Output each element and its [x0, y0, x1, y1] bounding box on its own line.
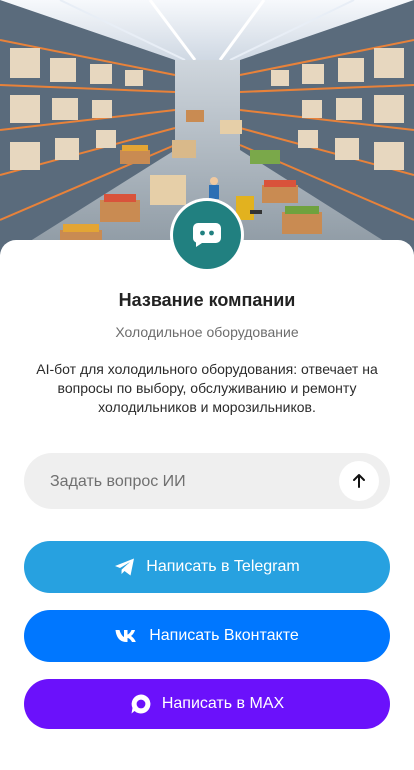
- telegram-icon: [114, 557, 136, 577]
- avatar-circle: [173, 201, 241, 269]
- company-description: AI-бот для холодильного оборудования: от…: [36, 361, 378, 415]
- telegram-button[interactable]: Написать в Telegram: [24, 541, 390, 593]
- max-button-label: Написать в MAX: [161, 695, 285, 712]
- send-button[interactable]: [339, 461, 379, 501]
- telegram-button-label: Написать в Telegram: [146, 558, 300, 575]
- chat-bubble-icon: [193, 223, 221, 247]
- ask-ai-input[interactable]: [48, 453, 342, 511]
- company-subtitle: Холодильное оборудование: [115, 324, 299, 340]
- vk-button[interactable]: Написать Вконтакте: [24, 610, 390, 662]
- vk-icon: [115, 629, 139, 643]
- max-button[interactable]: Написать в MAX: [24, 679, 390, 729]
- vk-button-label: Написать Вконтакте: [149, 627, 299, 644]
- max-icon: [130, 693, 152, 715]
- company-avatar: [170, 198, 244, 272]
- arrow-up-icon: [353, 474, 365, 488]
- company-name: Название компании: [118, 290, 296, 310]
- ask-ai-box: [24, 453, 390, 511]
